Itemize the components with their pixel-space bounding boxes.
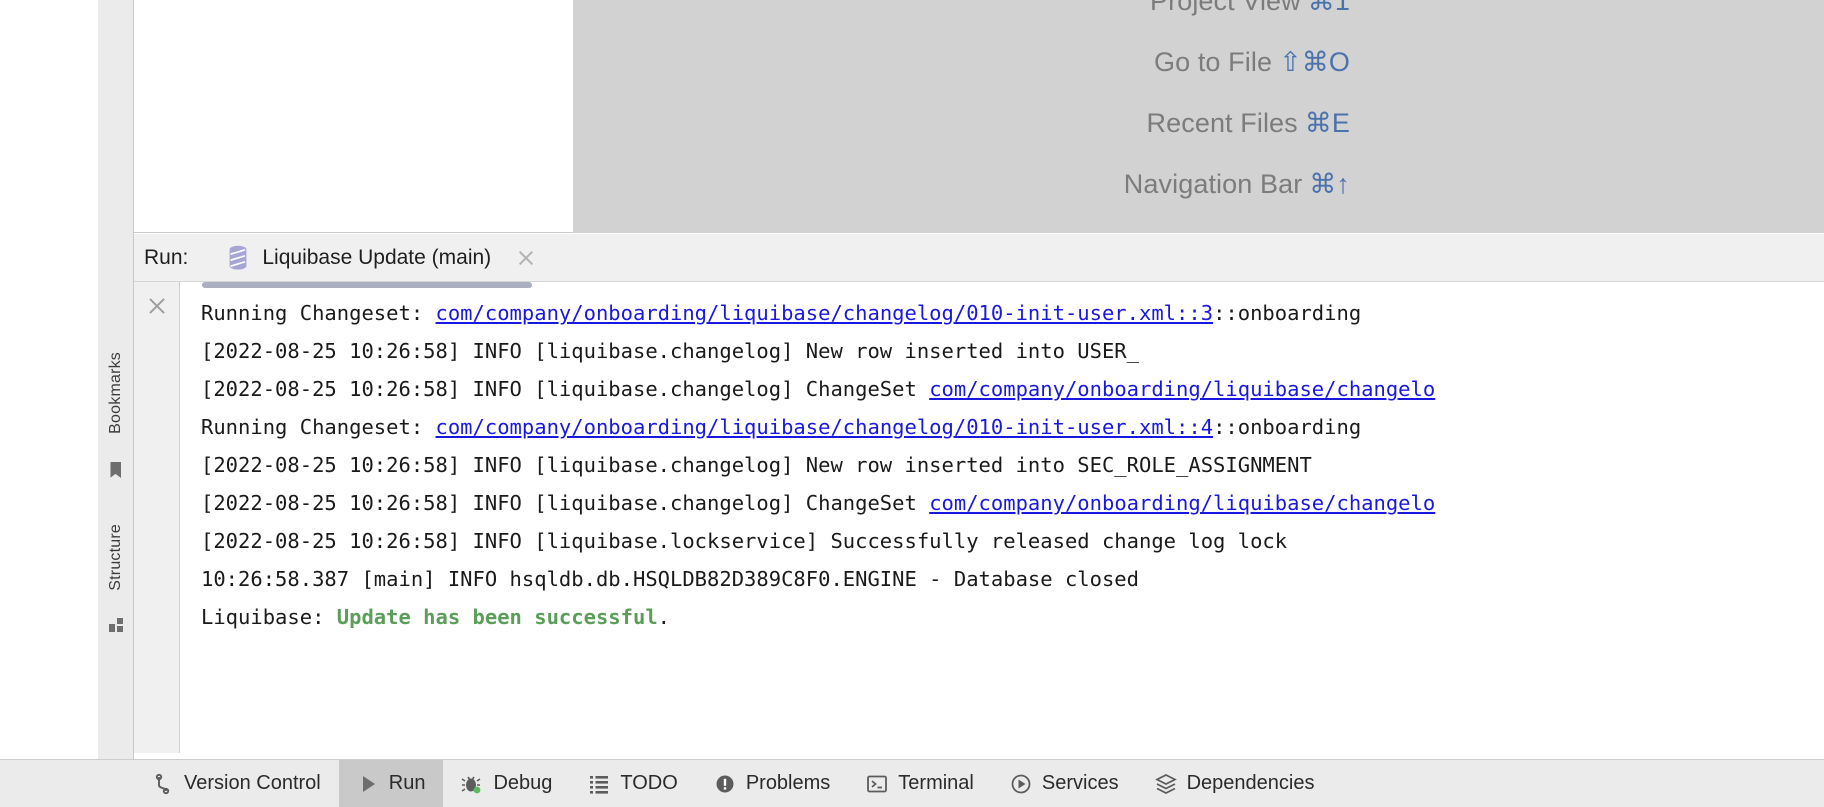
hint-shortcut: ⌘1 <box>1307 0 1350 16</box>
hint-shortcut: ⇧⌘O <box>1279 47 1350 77</box>
run-window-title: Run: <box>144 245 189 269</box>
hint-shortcut: ⌘↑ <box>1309 169 1350 199</box>
console-output[interactable]: Running Changeset: com/company/onboardin… <box>180 282 1824 753</box>
stop-icon[interactable] <box>146 295 168 317</box>
editor-shortcut-hints: Project View ⌘1 Go to File ⇧⌘O Recent File… <box>1124 0 1350 200</box>
terminal-icon <box>867 775 888 792</box>
bottom-tool-window-bar: Version Control Run Debug TODO Problems Termi… <box>0 759 1824 807</box>
close-icon[interactable] <box>516 248 536 268</box>
hint-label: Project View <box>1150 0 1301 16</box>
hint-project-view: Project View ⌘1 <box>1150 0 1350 17</box>
horizontal-scrollbar[interactable] <box>202 282 532 288</box>
bottom-bar-item-label: Version Control <box>184 772 321 794</box>
console-text: [2022-08-25 10:26:58] INFO [liquibase.lo… <box>201 529 1288 553</box>
bottom-bar-item-terminal[interactable]: Terminal <box>848 760 992 807</box>
console-text: [2022-08-25 10:26:58] INFO [liquibase.ch… <box>201 377 930 401</box>
console-line: [2022-08-25 10:26:58] INFO [liquibase.ch… <box>201 446 1824 484</box>
sidebar-item-bookmarks[interactable]: Bookmarks <box>107 352 125 434</box>
changeset-link[interactable]: com/company/onboarding/liquibase/changel… <box>436 415 1214 439</box>
run-configuration-tab[interactable]: Liquibase Update (main) <box>226 245 536 271</box>
console-line: Running Changeset: com/company/onboardin… <box>201 294 1824 332</box>
changeset-link[interactable]: com/company/onboarding/liquibase/changel… <box>929 491 1435 515</box>
bottom-bar-item-label: TODO <box>620 772 678 794</box>
ide-window: Bookmarks Structure Project View ⌘1 Go to… <box>0 0 1824 807</box>
bottom-bar-item-version-control[interactable]: Version Control <box>134 760 339 807</box>
hint-label: Navigation Bar <box>1123 169 1303 199</box>
console-text: ::onboarding <box>1213 301 1362 325</box>
bottom-bar-item-label: Problems <box>745 772 831 794</box>
hint-go-to-file: Go to File ⇧⌘O <box>1154 47 1350 78</box>
bookmark-icon[interactable] <box>110 462 121 478</box>
success-text: Update has been successful <box>336 605 658 629</box>
console-line: Running Changeset: com/company/onboardin… <box>201 408 1824 446</box>
dependencies-icon <box>1154 773 1177 794</box>
hint-label: Go to File <box>1154 47 1273 77</box>
bottom-left-filler <box>0 48 98 759</box>
console-text: ::onboarding <box>1213 415 1362 439</box>
bottom-bar-item-label: Terminal <box>898 772 974 794</box>
bug-icon <box>462 776 481 793</box>
hint-navigation-bar: Navigation Bar ⌘↑ <box>1124 169 1350 200</box>
console-lines: Running Changeset: com/company/onboardin… <box>201 294 1824 636</box>
console-text: [2022-08-25 10:26:58] INFO [liquibase.ch… <box>201 491 930 515</box>
console-line: [2022-08-25 10:26:58] INFO [liquibase.ch… <box>201 332 1824 370</box>
console-text: . <box>657 605 671 629</box>
console-line: 10:26:58.387 [main] INFO hsqldb.db.HSQLD… <box>201 560 1824 598</box>
bottom-bar-item-run[interactable]: Run <box>338 759 444 807</box>
empty-editor-area: Project View ⌘1 Go to File ⇧⌘O Recent File… <box>573 0 1824 233</box>
console-text: Running Changeset: <box>201 415 436 439</box>
sidebar-item-structure[interactable]: Structure <box>107 524 125 591</box>
console-text: 10:26:58.387 [main] INFO hsqldb.db.HSQLD… <box>201 567 1139 591</box>
bottom-bar-item-problems[interactable]: Problems <box>696 760 848 807</box>
console-line: [2022-08-25 10:26:58] INFO [liquibase.ch… <box>201 370 1824 408</box>
changeset-link[interactable]: com/company/onboarding/liquibase/changel… <box>436 301 1214 325</box>
services-icon <box>1011 774 1031 793</box>
bottom-bar-item-label: Debug <box>493 772 553 794</box>
hint-recent-files: Recent Files ⌘E <box>1147 108 1350 139</box>
left-tool-rail: Bookmarks Structure <box>98 0 134 759</box>
editor-blank-panel <box>134 0 573 233</box>
run-tool-window-header: Run: Liquibase Update (main) <box>134 234 1824 282</box>
liquibase-icon <box>229 245 247 270</box>
hint-label: Recent Files <box>1146 108 1298 138</box>
console-text: [2022-08-25 10:26:58] INFO [liquibase.ch… <box>201 339 1139 363</box>
console-line: [2022-08-25 10:26:58] INFO [liquibase.lo… <box>201 522 1824 560</box>
console-line: [2022-08-25 10:26:58] INFO [liquibase.ch… <box>201 484 1824 522</box>
warning-icon <box>716 775 734 792</box>
console-line: Liquibase: Update has been successful. <box>201 598 1824 636</box>
run-tab-label: Liquibase Update (main) <box>262 245 492 269</box>
changeset-link[interactable]: com/company/onboarding/liquibase/changel… <box>929 377 1435 401</box>
console-text: [2022-08-25 10:26:58] INFO [liquibase.ch… <box>201 453 1312 477</box>
hint-shortcut: ⌘E <box>1304 108 1350 138</box>
console-text: Liquibase: <box>201 605 337 629</box>
bottom-bar-item-label: Dependencies <box>1186 772 1315 794</box>
play-icon <box>362 775 375 792</box>
console-text: Running Changeset: <box>201 301 436 325</box>
bottom-bar-item-label: Run <box>388 772 426 794</box>
bottom-bar-item-debug[interactable]: Debug <box>443 760 570 807</box>
bottom-bar-item-todo[interactable]: TODO <box>570 760 695 807</box>
console-toolbar <box>134 282 180 753</box>
structure-icon[interactable] <box>108 618 123 632</box>
branch-icon <box>155 773 170 794</box>
bottom-bar-item-services[interactable]: Services <box>992 760 1137 807</box>
list-icon <box>590 775 609 794</box>
bottom-bar-item-label: Services <box>1041 772 1119 794</box>
bottom-bar-item-dependencies[interactable]: Dependencies <box>1137 760 1333 807</box>
